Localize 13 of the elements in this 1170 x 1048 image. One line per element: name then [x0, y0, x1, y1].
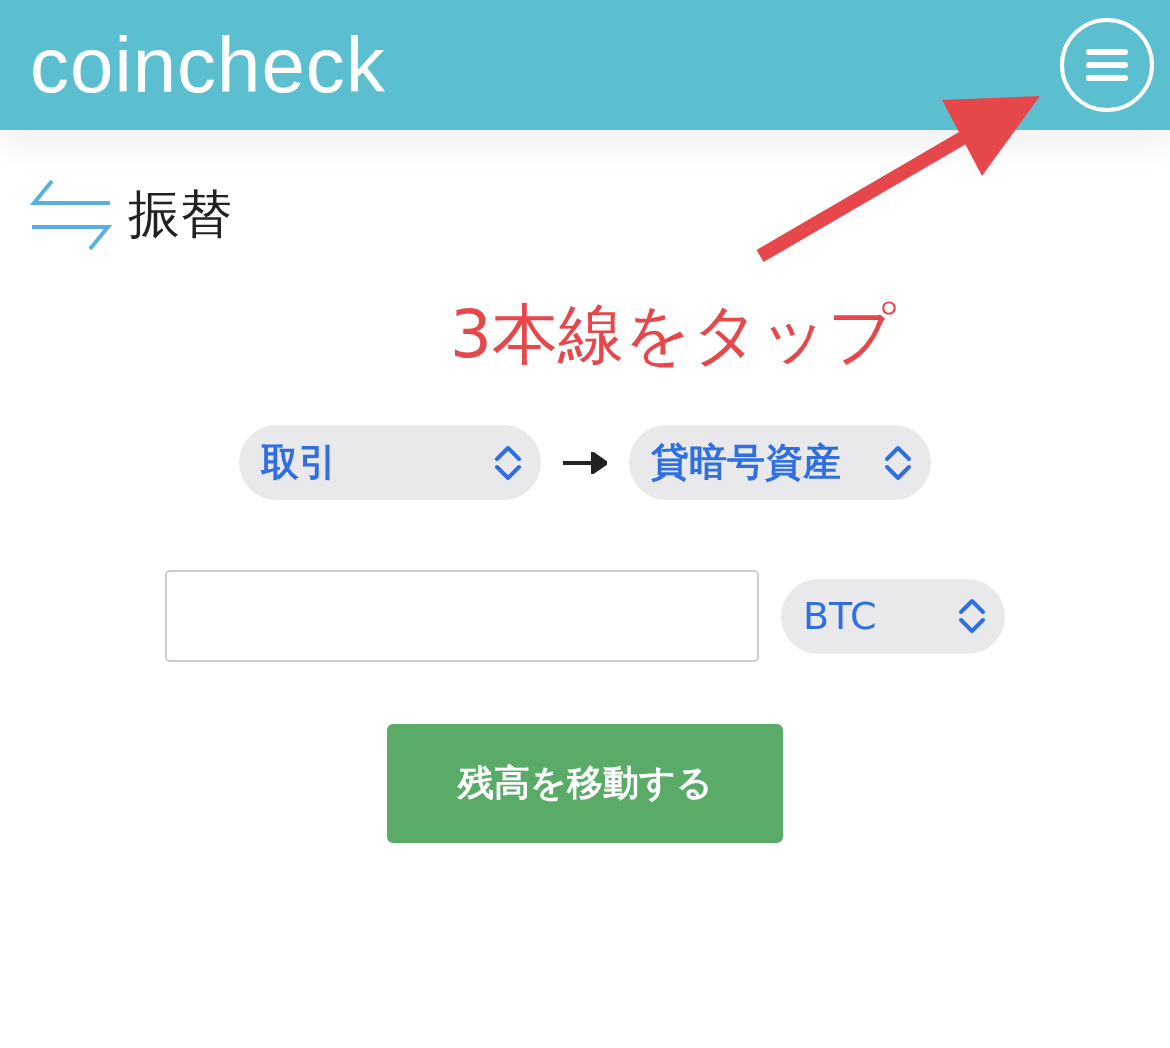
- menu-button[interactable]: [1060, 18, 1154, 112]
- chevron-up-down-icon: [957, 596, 987, 636]
- annotation-text: 3本線をタップ: [450, 295, 897, 375]
- destination-select[interactable]: 貸暗号資産: [629, 425, 931, 500]
- transfer-icon: [30, 179, 112, 251]
- currency-select[interactable]: BTC: [781, 578, 1005, 654]
- page-title: 振替: [128, 183, 232, 246]
- amount-field[interactable]: [165, 570, 759, 662]
- source-select[interactable]: 取引: [239, 425, 541, 500]
- submit-button[interactable]: 残高を移動する: [387, 724, 783, 843]
- logo: coincheck: [30, 19, 386, 111]
- menu-icon: [1086, 48, 1128, 82]
- arrow-right-icon: [563, 451, 607, 474]
